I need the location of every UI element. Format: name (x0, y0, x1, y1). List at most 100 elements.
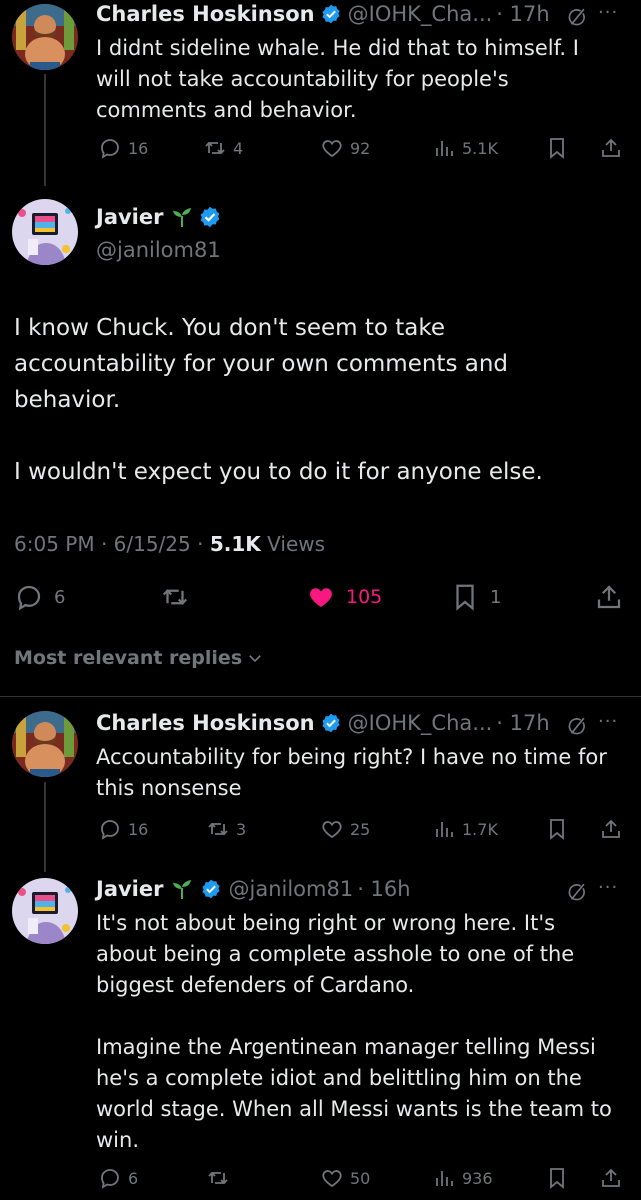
share-button[interactable] (599, 136, 623, 160)
tweet-text: Accountability for being right? I have n… (96, 745, 607, 800)
tweet-text: I know Chuck. You don't seem to take acc… (14, 315, 543, 485)
more-icon[interactable]: ··· (598, 2, 618, 23)
retweet-button[interactable]: 3 (206, 817, 246, 841)
handle[interactable]: @janilom81 (228, 877, 353, 901)
seedling-icon (170, 205, 194, 229)
like-button[interactable]: 105 (305, 582, 382, 612)
retweet-button[interactable]: 4 (203, 136, 243, 160)
charles-avatar[interactable] (12, 711, 78, 777)
share-button[interactable] (599, 1166, 623, 1190)
reply-count: 16 (128, 138, 149, 158)
retweet-icon (203, 136, 227, 160)
display-name[interactable]: Javier (96, 205, 163, 229)
javier-avatar[interactable] (12, 199, 78, 265)
like-button[interactable]: 25 (320, 817, 370, 841)
like-icon (320, 1166, 344, 1190)
timestamp[interactable]: · 17h (496, 711, 549, 735)
grok-icon[interactable] (566, 715, 588, 737)
views-icon (432, 1166, 456, 1190)
charles-avatar[interactable] (12, 4, 78, 70)
share-icon (599, 136, 623, 160)
javier-avatar[interactable] (12, 878, 78, 944)
share-icon (594, 582, 624, 612)
more-icon[interactable]: ··· (598, 711, 618, 732)
views-button[interactable]: 5.1K (432, 136, 498, 160)
retweet-button[interactable] (206, 1166, 230, 1190)
reply-icon (14, 582, 44, 612)
views-button[interactable]: 1.7K (432, 817, 498, 841)
bookmark-icon (545, 136, 569, 160)
display-name[interactable]: Charles Hoskinson (96, 2, 315, 26)
retweet-icon (160, 582, 190, 612)
reply-count: 16 (128, 819, 149, 839)
views-count: 1.7K (462, 819, 498, 839)
main-tweet-header: Javier (96, 205, 222, 229)
share-button[interactable] (599, 817, 623, 841)
thread-line (44, 74, 46, 186)
tweet-header: Charles Hoskinson @IOHK_Cha... · 17h (96, 2, 550, 26)
replies-sort-label: Most relevant replies (14, 647, 243, 669)
verified-icon (320, 3, 342, 25)
views-label: Views (260, 532, 326, 556)
like-icon (320, 817, 344, 841)
replies-sort-dropdown[interactable]: Most relevant replies (14, 647, 264, 669)
seedling-icon (170, 877, 194, 901)
reply-count: 6 (128, 1168, 139, 1188)
retweet-button[interactable] (160, 582, 190, 612)
like-icon (305, 582, 337, 612)
display-name[interactable]: Javier (96, 877, 163, 901)
like-count: 92 (350, 138, 371, 158)
tweet-text: I didnt sideline whale. He did that to h… (96, 36, 579, 122)
chevron-down-icon (249, 655, 261, 663)
like-icon (320, 136, 344, 160)
grok-icon[interactable] (566, 881, 588, 903)
bookmark-icon (450, 582, 480, 612)
bookmark-button[interactable] (545, 1166, 569, 1190)
share-button[interactable] (594, 582, 624, 612)
reply-button[interactable]: 16 (98, 817, 148, 841)
timestamp[interactable]: 6:05 PM · 6/15/25 · (14, 532, 210, 556)
reply-button[interactable]: 16 (98, 136, 148, 160)
handle[interactable]: @janilom81 (96, 238, 221, 262)
handle[interactable]: @IOHK_Cha... (348, 2, 493, 26)
like-count: 105 (346, 586, 383, 608)
retweet-icon (206, 1166, 230, 1190)
share-icon (599, 817, 623, 841)
like-button[interactable]: 50 (320, 1166, 370, 1190)
bookmark-button[interactable] (545, 817, 569, 841)
timestamp[interactable]: · 16h (357, 877, 410, 901)
retweet-icon (206, 817, 230, 841)
more-icon[interactable]: ··· (598, 877, 618, 898)
verified-icon (198, 205, 222, 229)
display-name[interactable]: Charles Hoskinson (96, 711, 315, 735)
tweet-text: It's not about being right or wrong here… (96, 911, 612, 1152)
retweet-count: 4 (233, 138, 244, 158)
like-count: 25 (350, 819, 371, 839)
views-count: 5.1K (209, 532, 261, 556)
like-button[interactable]: 92 (320, 136, 370, 160)
bookmark-icon (545, 817, 569, 841)
reply-button[interactable]: 6 (14, 582, 65, 612)
views-count: 936 (462, 1168, 493, 1188)
reply-button[interactable]: 6 (98, 1166, 138, 1190)
bookmark-count: 1 (490, 586, 502, 608)
bookmark-button[interactable] (545, 136, 569, 160)
share-icon (599, 1166, 623, 1190)
tweet-header: Javier @janilom81 · 16h (96, 877, 411, 901)
reply-icon (98, 1166, 122, 1190)
bookmark-button[interactable]: 1 (450, 582, 501, 612)
like-count: 50 (350, 1168, 371, 1188)
tweet-header: Charles Hoskinson @IOHK_Cha... · 17h (96, 711, 550, 735)
views-button[interactable]: 936 (432, 1166, 493, 1190)
handle[interactable]: @IOHK_Cha... (348, 711, 493, 735)
reply-count: 6 (54, 586, 66, 608)
divider (0, 696, 641, 697)
bookmark-icon (545, 1166, 569, 1190)
verified-icon (320, 712, 342, 734)
grok-icon[interactable] (566, 6, 588, 28)
views-icon (432, 136, 456, 160)
views-count: 5.1K (462, 138, 498, 158)
timestamp[interactable]: · 17h (496, 2, 549, 26)
tweet-meta: 6:05 PM · 6/15/25 · 5.1K Views (14, 532, 325, 556)
thread-line (44, 782, 46, 872)
